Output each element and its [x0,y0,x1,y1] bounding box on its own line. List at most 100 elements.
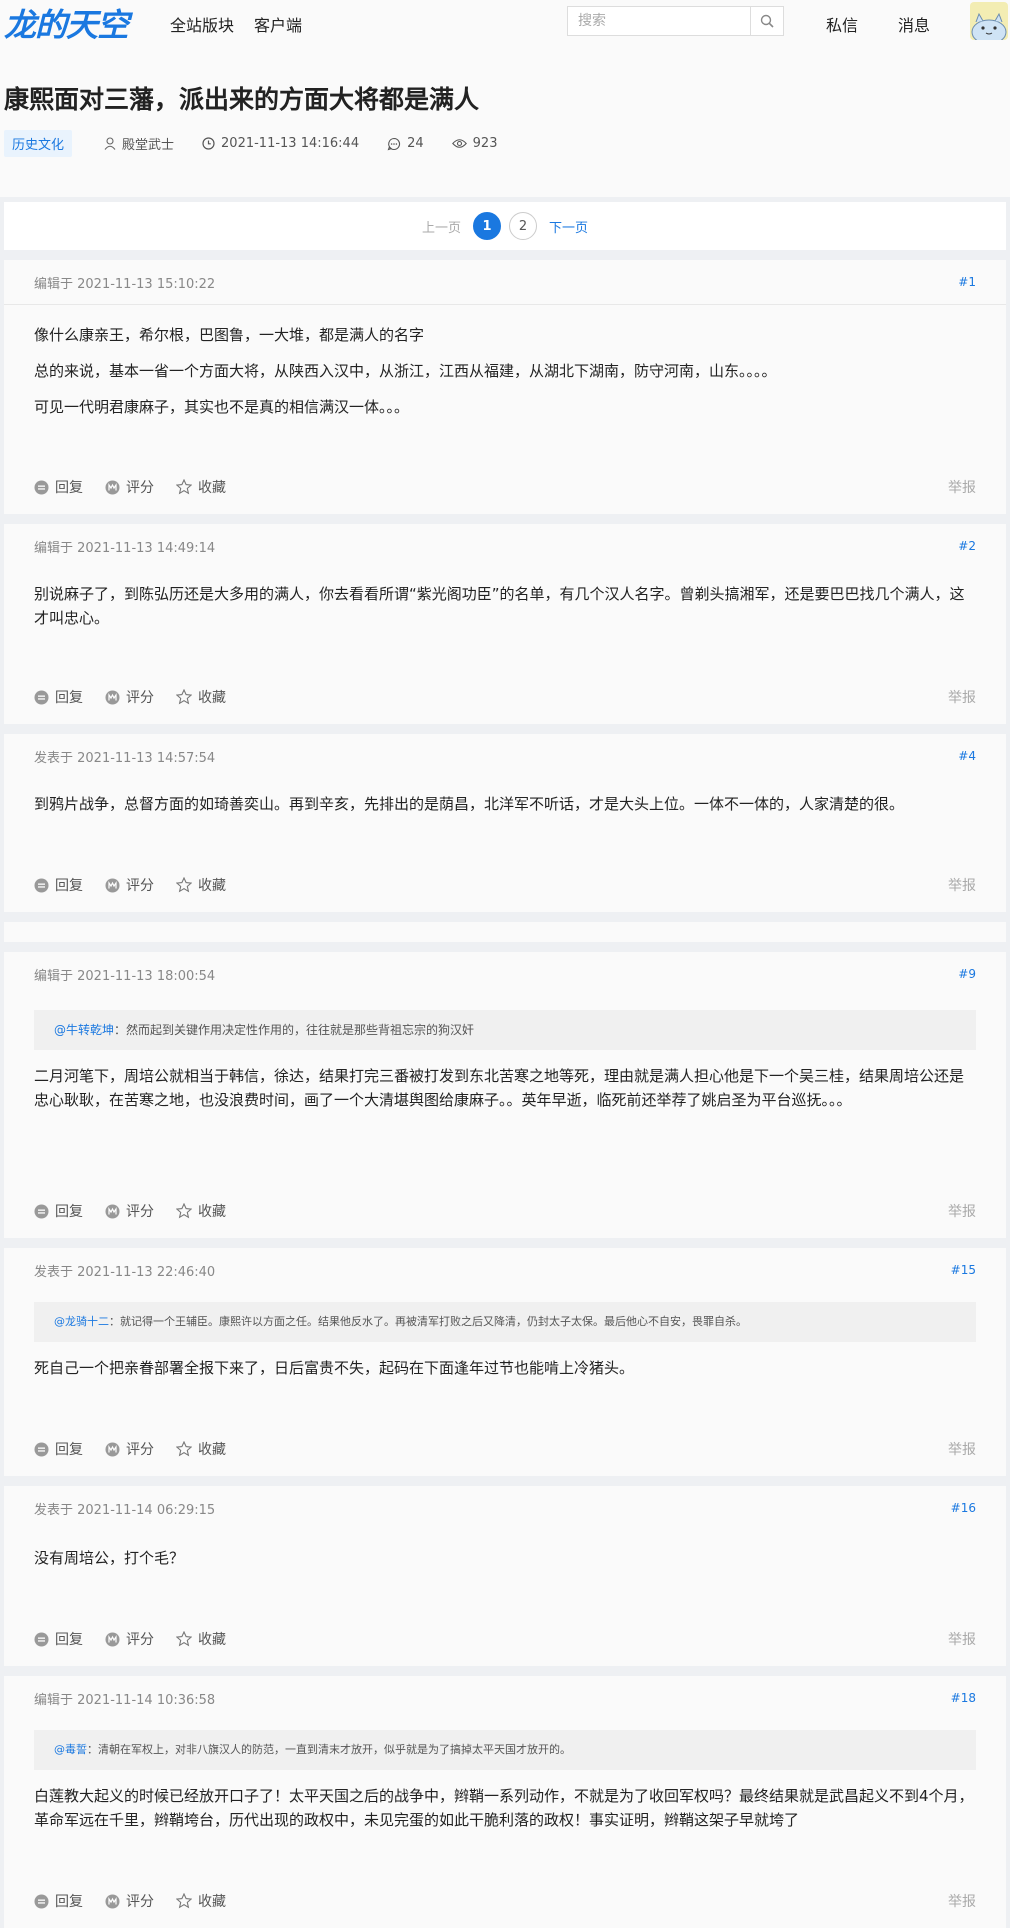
thread-view-count: 923 [451,136,497,151]
post-paragraph: 死自己一个把亲眷部署全报下来了，日后富贵不失，起码在下面逢年过节也能啃上冷猪头。 [34,1359,635,1377]
user-icon [104,137,116,150]
reply-button[interactable]: 回复 [34,1891,83,1911]
post-meta: 发表于 2021-11-13 22:46:40 [34,1264,216,1280]
post-floor[interactable]: #15 [951,1263,976,1277]
report-button[interactable]: 举报 [948,687,976,707]
star-icon [176,689,192,705]
post-paragraph: 白莲教大起义的时候已经放开口子了！太平天国之后的战争中，辫鞘一系列动作，不就是为… [34,1787,974,1829]
cartoon-avatar-icon [971,12,1007,40]
reply-icon [34,1204,49,1218]
post-meta: 编辑于 2021-11-14 10:36:58 [34,1692,216,1708]
nav-all-boards[interactable]: 全站版块 [170,12,234,36]
report-button[interactable]: 举报 [948,1439,976,1459]
avatar[interactable] [970,2,1008,40]
nav-private-messages[interactable]: 私信 [826,12,858,36]
favorite-button[interactable]: 收藏 [176,1629,226,1649]
thread-title: 康熙面对三藩，派出来的方面大将都是满人 [4,85,480,114]
post-meta: 发表于 2021-11-13 14:57:54 [34,750,216,766]
favorite-button[interactable]: 收藏 [176,1439,226,1459]
collapsed-post-strip [4,922,1006,942]
reply-icon [34,480,49,494]
quote-author[interactable]: @毒誓 [54,1743,87,1756]
rate-button[interactable]: 评分 [105,1201,154,1221]
post-meta: 编辑于 2021-11-13 18:00:54 [34,968,216,984]
post-paragraph: 别说麻子了，到陈弘历还是大多用的满人，你去看看所谓“紫光阁功臣”的名单，有几个汉… [34,585,965,627]
search-box [567,6,784,36]
reply-icon [34,1442,49,1456]
clock-icon [202,137,215,150]
rate-icon [105,878,120,892]
rate-button[interactable]: 评分 [105,1629,154,1649]
nav-client[interactable]: 客户端 [254,12,302,36]
rate-button[interactable]: 评分 [105,687,154,707]
post-actions: 回复 评分 收藏 举报 [4,672,1006,722]
favorite-button[interactable]: 收藏 [176,1891,226,1911]
post-card: 编辑于 2021-11-13 18:00:54 #9 @牛转乾坤：然而起到关键作… [4,952,1006,1238]
post-meta: 编辑于 2021-11-13 15:10:22 [34,276,216,292]
post-floor[interactable]: #2 [958,539,976,553]
quote-block: @牛转乾坤：然而起到关键作用决定性作用的，往往就是那些背祖忘宗的狗汉奸 [34,1010,976,1050]
search-button[interactable] [750,7,783,35]
pager-page-2[interactable]: 2 [509,212,537,240]
category-tag[interactable]: 历史文化 [4,130,73,157]
reply-icon [34,690,49,704]
pager-next[interactable]: 下一页 [549,217,588,236]
favorite-button[interactable]: 收藏 [176,477,226,497]
nav-notifications[interactable]: 消息 [898,12,930,36]
favorite-button[interactable]: 收藏 [176,687,226,707]
report-button[interactable]: 举报 [948,1201,976,1221]
post-floor[interactable]: #16 [951,1501,976,1515]
post-paragraph: 没有周培公，打个毛？ [34,1549,185,1567]
datetime-text: 2021-11-13 14:16:44 [221,136,360,151]
rate-icon [105,1632,120,1646]
favorite-button[interactable]: 收藏 [176,1201,226,1221]
report-button[interactable]: 举报 [948,1629,976,1649]
post-paragraph: 二月河笔下，周培公就相当于韩信，徐达，结果打完三番被打发到东北苦寒之地等死，理由… [34,1067,965,1109]
comment-icon [387,137,401,150]
report-button[interactable]: 举报 [948,1891,976,1911]
rate-button[interactable]: 评分 [105,875,154,895]
post-floor[interactable]: #4 [958,749,976,763]
post-body: 像什么康亲王，希尔根，巴图鲁，一大堆，都是满人的名字 总的来说，基本一省一个方面… [4,305,1006,419]
rate-button[interactable]: 评分 [105,1891,154,1911]
reply-count: 24 [407,136,424,151]
favorite-button[interactable]: 收藏 [176,875,226,895]
post-floor[interactable]: #1 [958,275,976,289]
post-header: 编辑于 2021-11-13 14:49:14 #2 [4,524,1006,568]
reply-button[interactable]: 回复 [34,875,83,895]
quote-text: ：就记得一个王辅臣。康熙许以方面之任。结果他反水了。再被清军打败之后又降清，仍封… [109,1315,747,1328]
thread-author[interactable]: 殿堂武士 [104,134,174,153]
quote-text: ：清朝在军权上，对非八旗汉人的防范，一直到清末才放开，似乎就是为了搞掉太平天国才… [87,1743,571,1756]
pager-prev[interactable]: 上一页 [422,217,461,236]
post-actions: 回复 评分 收藏 举报 [4,860,1006,910]
reply-button[interactable]: 回复 [34,1629,83,1649]
pager-page-1[interactable]: 1 [473,212,501,240]
star-icon [176,1441,192,1457]
post-floor[interactable]: #18 [951,1691,976,1705]
quote-author[interactable]: @牛转乾坤 [54,1023,114,1037]
thread-reply-count: 24 [387,136,424,151]
post-card: 发表于 2021-11-13 22:46:40 #15 @龙骑十二：就记得一个王… [4,1248,1006,1476]
post-actions: 回复 评分 收藏 举报 [4,1424,1006,1474]
quote-author[interactable]: @龙骑十二 [54,1315,109,1328]
post-meta: 发表于 2021-11-14 06:29:15 [34,1502,216,1518]
post-floor[interactable]: #9 [958,967,976,981]
reply-button[interactable]: 回复 [34,1201,83,1221]
reply-icon [34,1632,49,1646]
star-icon [176,1893,192,1909]
report-button[interactable]: 举报 [948,875,976,895]
site-logo[interactable]: 龙的天空 [4,0,129,46]
rate-button[interactable]: 评分 [105,1439,154,1459]
search-input[interactable] [568,7,753,35]
reply-button[interactable]: 回复 [34,1439,83,1459]
rate-button[interactable]: 评分 [105,477,154,497]
page-header-area: 龙的天空 全站版块 客户端 私信 消息 康熙面对三藩，派出来的方面大将都是满人 … [0,0,1010,197]
post-paragraph: 总的来说，基本一省一个方面大将，从陕西入汉中，从浙江，江西从福建，从湖北下湖南，… [34,362,777,380]
reply-button[interactable]: 回复 [34,687,83,707]
quote-text: ：然而起到关键作用决定性作用的，往往就是那些背祖忘宗的狗汉奸 [114,1023,475,1037]
post-paragraph: 可见一代明君康麻子，其实也不是真的相信满汉一体。。。 [34,398,410,416]
post-header: 发表于 2021-11-13 14:57:54 #4 [4,734,1006,778]
report-button[interactable]: 举报 [948,477,976,497]
post-header: 发表于 2021-11-14 06:29:15 #16 [4,1486,1006,1530]
reply-button[interactable]: 回复 [34,477,83,497]
